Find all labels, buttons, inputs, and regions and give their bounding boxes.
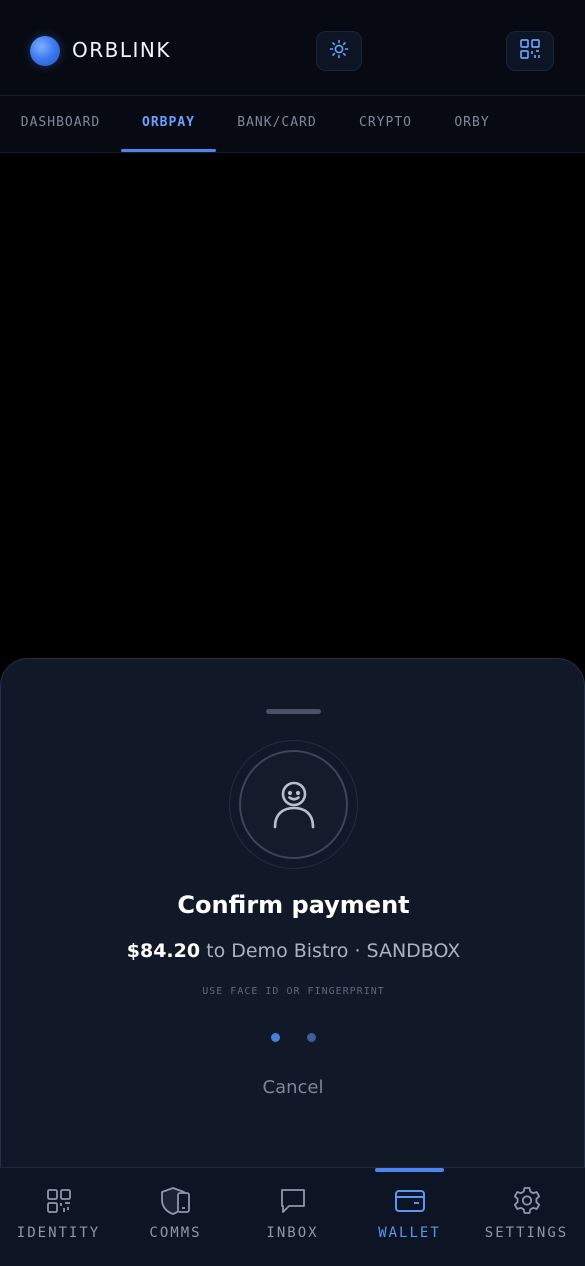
- face-id-icon: [270, 777, 318, 833]
- payment-confirm-sheet: Confirm payment $84.20 to Demo Bistro · …: [0, 658, 585, 1178]
- nav-identity[interactable]: IDENTITY: [0, 1168, 117, 1266]
- tab-bank-card[interactable]: BANK/CARD: [226, 96, 328, 152]
- sheet-title: Confirm payment: [177, 891, 410, 919]
- bottom-nav: IDENTITY COMMS INBOX WALLET SETTINGS: [0, 1167, 585, 1266]
- cancel-button[interactable]: Cancel: [233, 1077, 353, 1098]
- active-nav-indicator: [375, 1168, 444, 1172]
- tab-orbpay[interactable]: ORBPAY: [121, 96, 216, 152]
- wallet-icon: [393, 1184, 427, 1218]
- tab-dashboard[interactable]: DASHBOARD: [8, 96, 113, 152]
- nav-label: INBOX: [266, 1225, 319, 1241]
- active-tab-indicator: [121, 149, 216, 152]
- progress-dot: [307, 1033, 316, 1042]
- biometric-hint: USE FACE ID OR FINGERPRINT: [202, 986, 385, 997]
- biometric-button[interactable]: [239, 750, 348, 859]
- nav-label: WALLET: [378, 1225, 441, 1241]
- theme-toggle-button[interactable]: [316, 31, 362, 71]
- sheet-grabber[interactable]: [266, 709, 321, 714]
- gear-icon: [510, 1184, 544, 1218]
- nav-label: IDENTITY: [16, 1225, 101, 1241]
- chat-bubble-icon: [276, 1184, 310, 1218]
- logo-orb-icon: [30, 36, 60, 66]
- top-tabs: DASHBOARD ORBPAY BANK/CARD CRYPTO ORBY: [0, 95, 585, 153]
- nav-comms[interactable]: COMMS: [117, 1168, 234, 1266]
- payment-summary: $84.20 to Demo Bistro · SANDBOX: [1, 940, 585, 962]
- sun-icon: [329, 39, 349, 63]
- qr-grid-icon: [42, 1184, 76, 1218]
- nav-label: SETTINGS: [484, 1225, 569, 1241]
- payment-amount: $84.20: [126, 940, 201, 962]
- progress-dot: [271, 1033, 280, 1042]
- shield-phone-icon: [159, 1184, 193, 1218]
- app-name: ORBLINK: [72, 38, 171, 62]
- tab-crypto[interactable]: CRYPTO: [345, 96, 426, 152]
- nav-settings[interactable]: SETTINGS: [468, 1168, 585, 1266]
- payment-merchant: to Demo Bistro · SANDBOX: [206, 940, 461, 962]
- app-header: ORBLINK: [0, 0, 585, 96]
- qr-scan-button[interactable]: [506, 31, 554, 71]
- qr-grid-icon: [519, 38, 541, 64]
- nav-inbox[interactable]: INBOX: [234, 1168, 351, 1266]
- nav-label: COMMS: [149, 1225, 202, 1241]
- tab-orby[interactable]: ORBY: [440, 96, 504, 152]
- nav-wallet[interactable]: WALLET: [351, 1168, 468, 1266]
